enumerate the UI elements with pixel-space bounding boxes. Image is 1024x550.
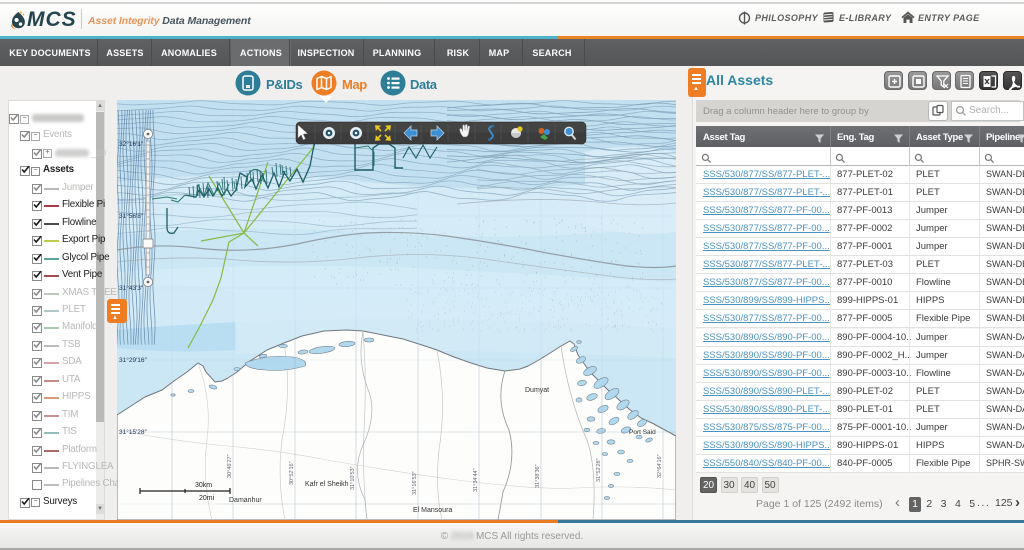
svg-text:30km: 30km bbox=[195, 482, 212, 489]
svg-text:El Mansoura: El Mansoura bbox=[413, 507, 452, 514]
svg-text:30°46′27″: 30°46′27″ bbox=[227, 454, 233, 478]
svg-text:31°29′16″: 31°29′16″ bbox=[119, 356, 148, 364]
svg-text:Dumyat: Dumyat bbox=[525, 387, 549, 394]
svg-text:32°16′1″: 32°16′1″ bbox=[119, 140, 144, 148]
svg-text:Damanhur: Damanhur bbox=[229, 497, 262, 504]
svg-text:31°56′8″: 31°56′8″ bbox=[119, 212, 144, 220]
svg-text:Kafr el Sheikh: Kafr el Sheikh bbox=[305, 481, 349, 488]
svg-text:31°52′28″: 31°52′28″ bbox=[596, 458, 602, 482]
svg-text:Port Said: Port Said bbox=[629, 429, 656, 436]
svg-text:31°43′3″: 31°43′3″ bbox=[119, 284, 144, 292]
svg-text:20mi: 20mi bbox=[199, 495, 215, 502]
svg-text:30°52′16″: 30°52′16″ bbox=[289, 461, 295, 485]
svg-text:31°34′44″: 31°34′44″ bbox=[473, 468, 479, 492]
svg-text:31°38′36″: 31°38′36″ bbox=[535, 464, 541, 488]
svg-text:31°16′53″: 31°16′53″ bbox=[412, 471, 418, 495]
svg-text:31°10′53″: 31°10′53″ bbox=[350, 466, 356, 490]
svg-text:31°15′28″: 31°15′28″ bbox=[119, 428, 148, 436]
svg-text:32°64′16″: 32°64′16″ bbox=[657, 454, 663, 478]
